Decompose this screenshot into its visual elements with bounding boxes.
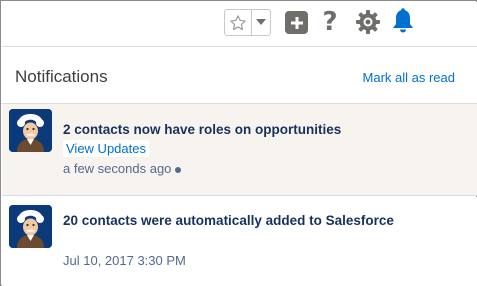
view-updates-link[interactable]: View Updates (63, 140, 149, 157)
unread-indicator-icon (175, 166, 182, 173)
setup-button[interactable] (354, 8, 382, 36)
einstein-avatar-icon (9, 109, 52, 152)
notification-item[interactable]: 2 contacts now have roles on opportuniti… (2, 104, 477, 196)
global-actions-button[interactable] (285, 11, 308, 34)
favorites-button[interactable] (225, 10, 251, 35)
notification-timestamp: a few seconds ago (63, 161, 182, 176)
gear-icon (356, 10, 380, 34)
favorites-menu-button[interactable] (252, 10, 270, 35)
help-icon: ? (322, 7, 338, 37)
einstein-avatar-icon (9, 205, 52, 248)
star-outline-icon (230, 14, 246, 30)
notification-item[interactable]: 20 contacts were automatically added to … (2, 197, 477, 286)
bell-icon (393, 8, 413, 33)
panel-title: Notifications (15, 67, 108, 86)
notifications-header: Notifications Mark all as read (2, 47, 477, 104)
timestamp-text: a few seconds ago (63, 161, 172, 176)
favorites-button-group (224, 9, 271, 36)
notifications-panel: ? Notifications Mark all as read 2 conta… (0, 0, 477, 286)
notification-timestamp: Jul 10, 2017 3:30 PM (63, 253, 186, 268)
plus-icon (290, 16, 303, 29)
chevron-down-icon (256, 19, 266, 25)
notification-title: 20 contacts were automatically added to … (63, 213, 394, 228)
notification-title: 2 contacts now have roles on opportuniti… (63, 122, 342, 137)
global-header-toolbar: ? (2, 2, 477, 47)
help-button[interactable]: ? (318, 7, 342, 37)
notifications-button[interactable] (389, 7, 417, 37)
mark-all-read-link[interactable]: Mark all as read (363, 70, 455, 85)
